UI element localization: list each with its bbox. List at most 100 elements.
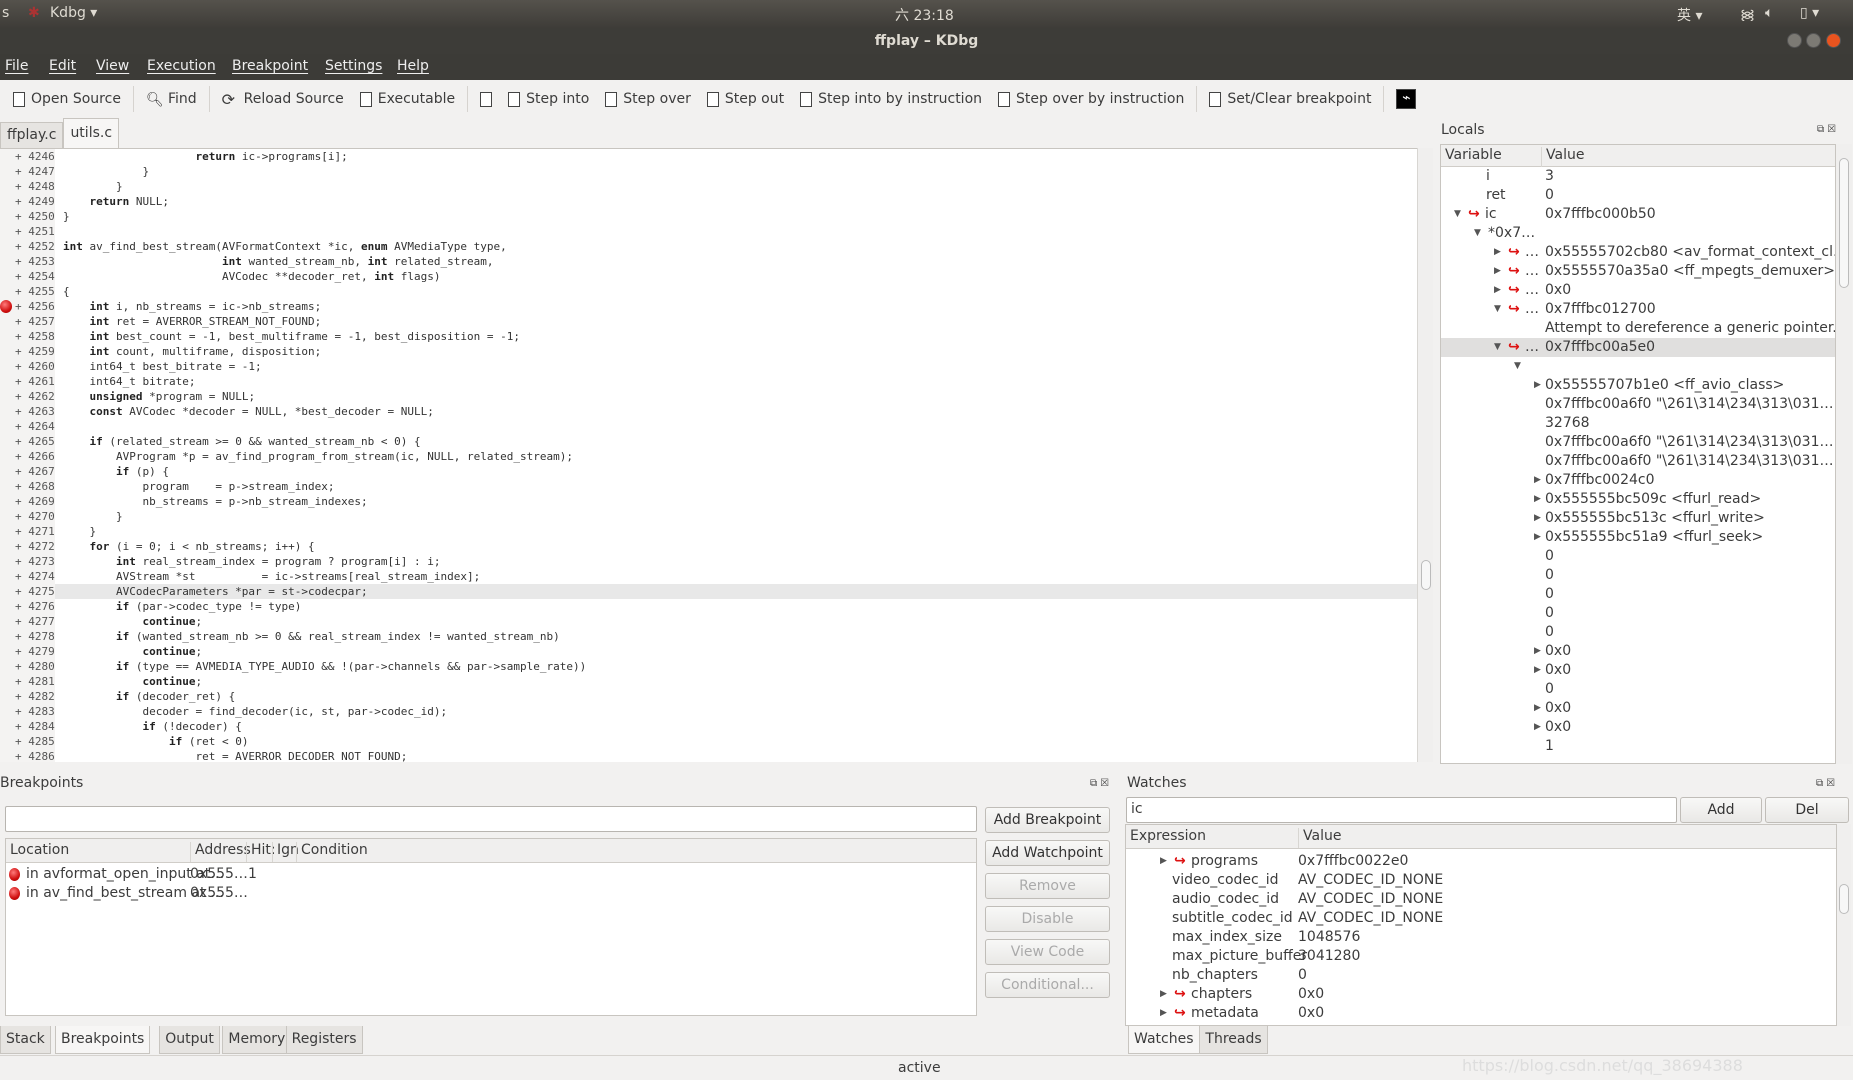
line-number[interactable]: + 4252 bbox=[0, 239, 55, 254]
executable-button[interactable]: Executable bbox=[352, 84, 463, 114]
code-line[interactable]: + 4253 int wanted_stream_nb, int related… bbox=[0, 254, 1417, 269]
reload-source-button[interactable]: ⟳ Reload Source bbox=[214, 84, 352, 114]
menu-view[interactable]: View bbox=[96, 58, 129, 74]
code-line[interactable]: + 4268 program = p->stream_index; bbox=[0, 479, 1417, 494]
locals-tree[interactable]: Variable Value i 3 ret 0 ▼ ↪ ic 0x7fffbc000b50 ▼ *… bbox=[1440, 144, 1836, 764]
line-number[interactable]: + 4282 bbox=[0, 689, 55, 704]
input-method-indicator[interactable]: 英 ▾ bbox=[1677, 5, 1702, 25]
tree-row[interactable]: ▼ *0x7… bbox=[1441, 224, 1835, 243]
tree-row[interactable]: 0x7fffbc00a6f0 "\261\314\234\313\031… bbox=[1441, 395, 1835, 414]
tree-row[interactable]: i3 bbox=[1441, 167, 1835, 186]
code-line[interactable]: + 4257 int ret = AVERROR_STREAM_NOT_FOUN… bbox=[0, 314, 1417, 329]
collapsed-triangle-icon[interactable]: ▶ bbox=[1534, 471, 1541, 490]
code-line[interactable]: + 4251 bbox=[0, 224, 1417, 239]
line-number[interactable]: + 4251 bbox=[0, 224, 55, 239]
code-line[interactable]: + 4258 int best_count = -1, best_multifr… bbox=[0, 329, 1417, 344]
breakpoint-row[interactable]: in avformat_open_input at… 0x555… 1 bbox=[6, 865, 976, 884]
tree-row[interactable]: ▶ ↪ … 0x55555702cb80 <av_format_context_cl… bbox=[1441, 243, 1835, 262]
column-value[interactable]: Value bbox=[1298, 828, 1341, 848]
menu-execution[interactable]: Execution bbox=[147, 58, 216, 74]
tab-registers[interactable]: Registers bbox=[285, 1026, 363, 1054]
step-into-button[interactable]: Step into bbox=[500, 84, 597, 114]
step-into-by-instruction-button[interactable]: Step into by instruction bbox=[792, 84, 990, 114]
column-variable[interactable]: Variable bbox=[1441, 147, 1502, 167]
tab-watches[interactable]: Watches bbox=[1128, 1026, 1200, 1054]
line-number[interactable]: + 4283 bbox=[0, 704, 55, 719]
tree-row[interactable]: ▼ bbox=[1441, 357, 1835, 376]
collapsed-triangle-icon[interactable]: ▶ bbox=[1534, 642, 1541, 661]
tree-row[interactable]: ▶ 0x0 bbox=[1441, 699, 1835, 718]
tree-row[interactable]: 1 bbox=[1441, 737, 1835, 756]
line-number[interactable]: + 4260 bbox=[0, 359, 55, 374]
menu-file[interactable]: File bbox=[5, 58, 28, 74]
code-line[interactable]: + 4271 } bbox=[0, 524, 1417, 539]
collapsed-triangle-icon[interactable]: ▶ bbox=[1534, 699, 1541, 718]
menu-breakpoint[interactable]: Breakpoint bbox=[232, 58, 308, 74]
tree-row[interactable]: ▶ ↪ metadata 0x0 bbox=[1126, 1004, 1836, 1023]
line-number[interactable]: + 4267 bbox=[0, 464, 55, 479]
code-line[interactable]: + 4248 } bbox=[0, 179, 1417, 194]
tab-output[interactable]: Output bbox=[159, 1026, 220, 1054]
line-number[interactable]: + 4265 bbox=[0, 434, 55, 449]
tree-row[interactable]: ▶ 0x0 bbox=[1441, 661, 1835, 680]
watches-scrollbar[interactable] bbox=[1837, 824, 1851, 1026]
code-line[interactable]: + 4263 const AVCodec *decoder = NULL, *b… bbox=[0, 404, 1417, 419]
breakpoint-location-input[interactable] bbox=[5, 806, 977, 832]
breakpoints-table[interactable]: Location Address Hit: Ign Condition in avfor… bbox=[5, 838, 977, 1016]
code-line[interactable]: + 4264 bbox=[0, 419, 1417, 434]
line-number[interactable]: + 4264 bbox=[0, 419, 55, 434]
tree-row[interactable]: 0x7fffbc00a6f0 "\261\314\234\313\031… bbox=[1441, 452, 1835, 471]
tree-row[interactable]: 0 bbox=[1441, 547, 1835, 566]
line-number[interactable]: + 4257 bbox=[0, 314, 55, 329]
code-line[interactable]: + 4256 int i, nb_streams = ic->nb_stream… bbox=[0, 299, 1417, 314]
code-line[interactable]: + 4282 if (decoder_ret) { bbox=[0, 689, 1417, 704]
collapsed-triangle-icon[interactable]: ▶ bbox=[1534, 509, 1541, 528]
tree-row[interactable]: nb_chapters 0 bbox=[1126, 966, 1836, 985]
remove-button[interactable]: Remove bbox=[985, 873, 1110, 899]
add-watchpoint-button[interactable]: Add Watchpoint bbox=[985, 840, 1110, 866]
watches-tree[interactable]: Expression Value ▶ ↪ programs 0x7fffbc0022e0… bbox=[1125, 824, 1837, 1026]
code-line[interactable]: + 4265 if (related_stream >= 0 && wanted… bbox=[0, 434, 1417, 449]
collapsed-triangle-icon[interactable]: ▶ bbox=[1534, 376, 1541, 395]
code-line[interactable]: + 4281 continue; bbox=[0, 674, 1417, 689]
code-line[interactable]: + 4246 return ic->programs[i]; bbox=[0, 149, 1417, 164]
clock[interactable]: 六 23:18 bbox=[895, 5, 954, 25]
disable-button[interactable]: Disable bbox=[985, 906, 1110, 932]
set-clear-breakpoint-button[interactable]: Set/Clear breakpoint bbox=[1201, 84, 1379, 114]
line-number[interactable]: + 4279 bbox=[0, 644, 55, 659]
step-over-by-instruction-button[interactable]: Step over by instruction bbox=[990, 84, 1192, 114]
line-number[interactable]: + 4286 bbox=[0, 749, 55, 762]
find-button[interactable]: 🔍︎ Find bbox=[138, 84, 205, 114]
tree-row[interactable]: 0 bbox=[1441, 566, 1835, 585]
tree-row[interactable]: ▶ 0x7fffbc0024c0 bbox=[1441, 471, 1835, 490]
tree-row[interactable]: 0 bbox=[1441, 680, 1835, 699]
tab-stack[interactable]: Stack bbox=[0, 1026, 51, 1054]
activities-label[interactable]: s bbox=[2, 5, 9, 21]
source-tab-utils-c[interactable]: utils.c bbox=[63, 118, 120, 148]
line-number[interactable]: + 4271 bbox=[0, 524, 55, 539]
line-number[interactable]: + 4274 bbox=[0, 569, 55, 584]
code-line[interactable]: + 4275 AVCodecParameters *par = st->code… bbox=[0, 584, 1417, 599]
source-tab-ffplay-c[interactable]: ffplay.c bbox=[0, 122, 64, 148]
tree-row[interactable]: 0 bbox=[1441, 585, 1835, 604]
tree-row[interactable]: max_index_size 1048576 bbox=[1126, 928, 1836, 947]
collapsed-triangle-icon[interactable]: ▶ bbox=[1534, 661, 1541, 680]
line-number[interactable]: + 4246 bbox=[0, 149, 55, 164]
code-line[interactable]: + 4266 AVProgram *p = av_find_program_fr… bbox=[0, 449, 1417, 464]
conditional-button[interactable]: Conditional... bbox=[985, 972, 1110, 998]
code-line[interactable]: + 4260 int64_t best_bitrate = -1; bbox=[0, 359, 1417, 374]
tab-memory[interactable]: Memory bbox=[222, 1026, 292, 1054]
code-line[interactable]: + 4283 decoder = find_decoder(ic, st, pa… bbox=[0, 704, 1417, 719]
code-line[interactable]: + 4279 continue; bbox=[0, 644, 1417, 659]
line-number[interactable]: + 4284 bbox=[0, 719, 55, 734]
tree-row[interactable]: ▶ 0x555555bc509c <ffurl_read> bbox=[1441, 490, 1835, 509]
line-number[interactable]: + 4277 bbox=[0, 614, 55, 629]
code-line[interactable]: + 4247 } bbox=[0, 164, 1417, 179]
code-line[interactable]: + 4250} bbox=[0, 209, 1417, 224]
watch-expression-input[interactable]: ic bbox=[1126, 797, 1677, 823]
line-number[interactable]: + 4273 bbox=[0, 554, 55, 569]
column-value[interactable]: Value bbox=[1541, 147, 1584, 167]
app-menu[interactable]: Kdbg ▾ bbox=[50, 5, 97, 21]
code-line[interactable]: + 4285 if (ret < 0) bbox=[0, 734, 1417, 749]
close-button[interactable] bbox=[1826, 33, 1841, 48]
